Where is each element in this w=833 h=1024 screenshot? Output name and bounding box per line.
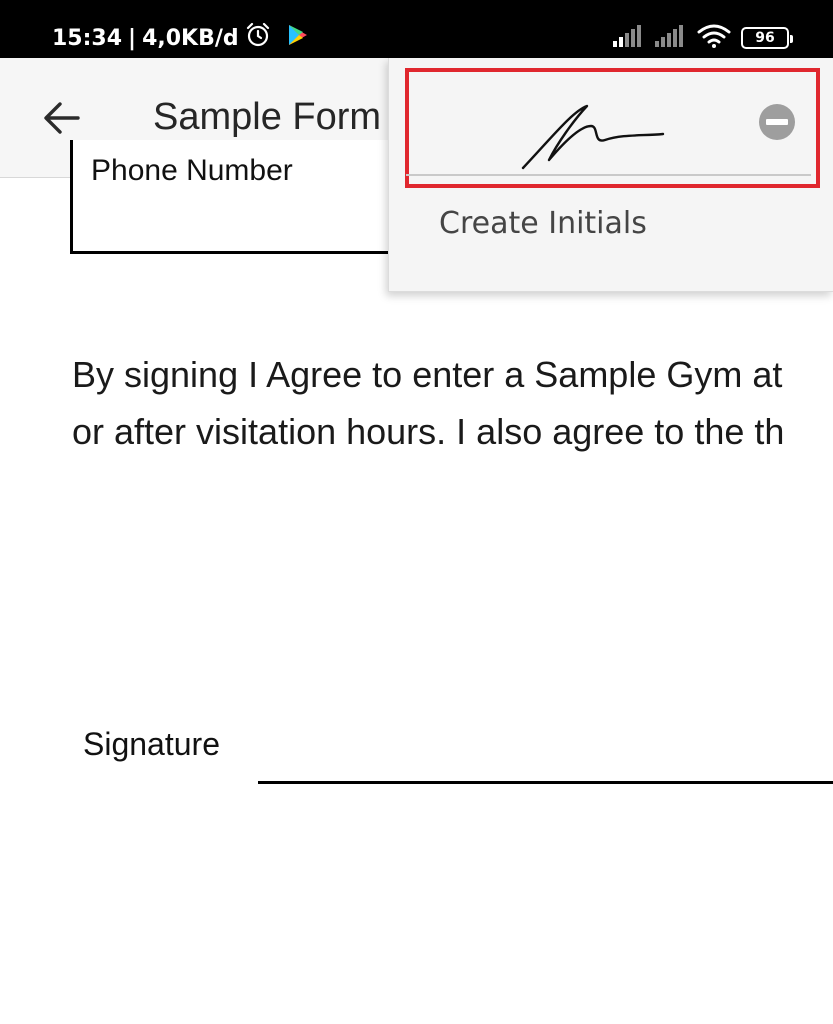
phone-number-label: Phone Number (91, 154, 293, 187)
status-time: 15:34 (52, 25, 123, 51)
status-data-speed: 4,0KB/d (142, 25, 239, 51)
remove-initials-button[interactable] (757, 102, 797, 142)
initials-divider (406, 174, 811, 176)
signature-line[interactable] (258, 781, 833, 784)
alarm-icon (245, 22, 271, 54)
status-separator: | (128, 25, 137, 51)
screen: 15:34 | 4,0KB/d 96 Sample Form Phone Num… (0, 0, 833, 1024)
signal-empty-icon (655, 25, 687, 51)
battery-icon: 96 (741, 27, 793, 49)
agreement-line-2: or after visitation hours. I also agree … (72, 411, 785, 452)
page-title: Sample Form (153, 96, 382, 138)
status-right: 96 (613, 22, 793, 54)
wifi-icon (697, 24, 731, 52)
signature-label: Signature (83, 726, 220, 762)
signal-icon (613, 25, 645, 51)
saved-initials-item[interactable] (405, 68, 820, 188)
status-bar: 15:34 | 4,0KB/d 96 (0, 0, 833, 58)
phone-number-field[interactable]: Phone Number (70, 140, 430, 254)
agreement-line-1: By signing I Agree to enter a Sample Gym… (72, 354, 783, 395)
app-notification-icon (287, 23, 309, 53)
status-left: 15:34 | 4,0KB/d (52, 22, 309, 54)
minus-circle-icon (759, 104, 795, 140)
battery-level: 96 (755, 30, 775, 46)
saved-initials-drawing (521, 104, 665, 170)
create-initials-menu-item[interactable]: Create Initials (439, 206, 647, 241)
arrow-left-icon (44, 102, 80, 134)
agreement-text: By signing I Agree to enter a Sample Gym… (72, 346, 833, 460)
